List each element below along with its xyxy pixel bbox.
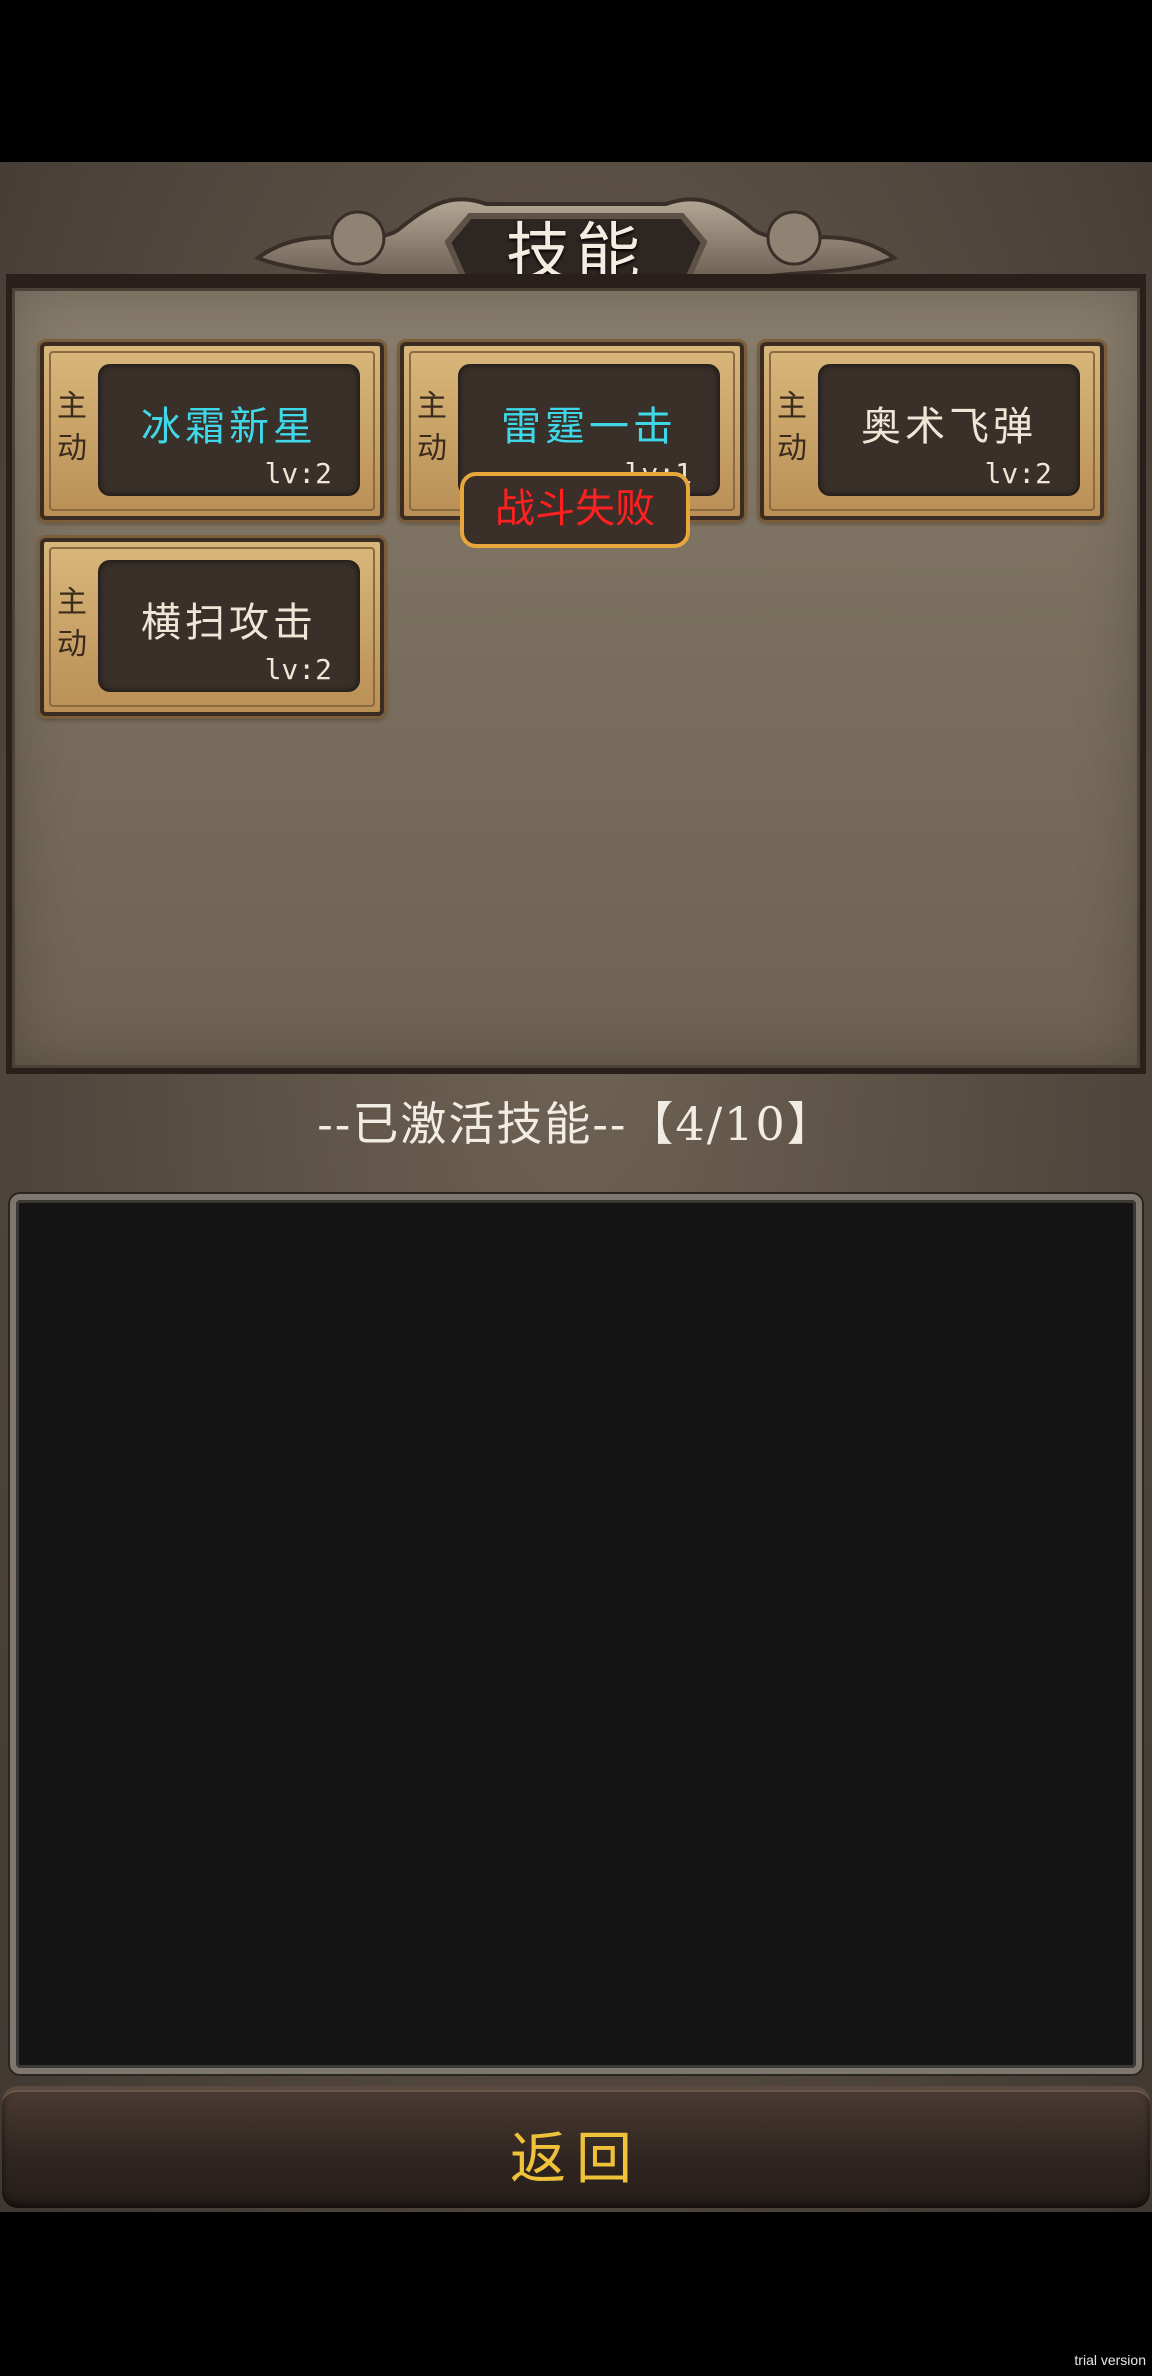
skill-name: 冰霜新星 bbox=[141, 404, 317, 450]
battle-failed-toast: 战斗失败 bbox=[460, 472, 690, 548]
watermark: trial version bbox=[1074, 2352, 1146, 2368]
skill-name: 横扫攻击 bbox=[141, 600, 317, 646]
game-screen: 技能 主 动 冰霜新星 lv:2 主 动 雷霆一击 lv:1 主 动 奥术飞弹 … bbox=[0, 162, 1152, 2212]
skill-card[interactable]: 主 动 横扫攻击 lv:2 bbox=[40, 538, 384, 716]
skill-card[interactable]: 主 动 冰霜新星 lv:2 bbox=[40, 342, 384, 520]
skill-card-inner: 奥术飞弹 lv:2 bbox=[818, 364, 1080, 496]
skill-type-label: 主 动 bbox=[777, 389, 807, 466]
activated-skills-panel bbox=[10, 1194, 1142, 2074]
skill-type-label: 主 动 bbox=[57, 585, 87, 662]
skill-type-label: 主 动 bbox=[57, 389, 87, 466]
skill-type-label: 主 动 bbox=[417, 389, 447, 466]
skill-name: 雷霆一击 bbox=[501, 404, 677, 450]
back-button[interactable]: 返回 bbox=[2, 2086, 1150, 2208]
skill-level: lv:2 bbox=[984, 457, 1052, 490]
skill-card-inner: 横扫攻击 lv:2 bbox=[98, 560, 360, 692]
skill-name: 奥术飞弹 bbox=[861, 404, 1037, 450]
skill-level: lv:2 bbox=[264, 457, 332, 490]
activated-skills-title: --已激活技能--【4/10】 bbox=[317, 1097, 835, 1151]
skill-card[interactable]: 主 动 奥术飞弹 lv:2 bbox=[760, 342, 1104, 520]
skill-level: lv:2 bbox=[264, 653, 332, 686]
skill-card-inner: 冰霜新星 lv:2 bbox=[98, 364, 360, 496]
back-button-label: 返回 bbox=[510, 2127, 642, 2192]
